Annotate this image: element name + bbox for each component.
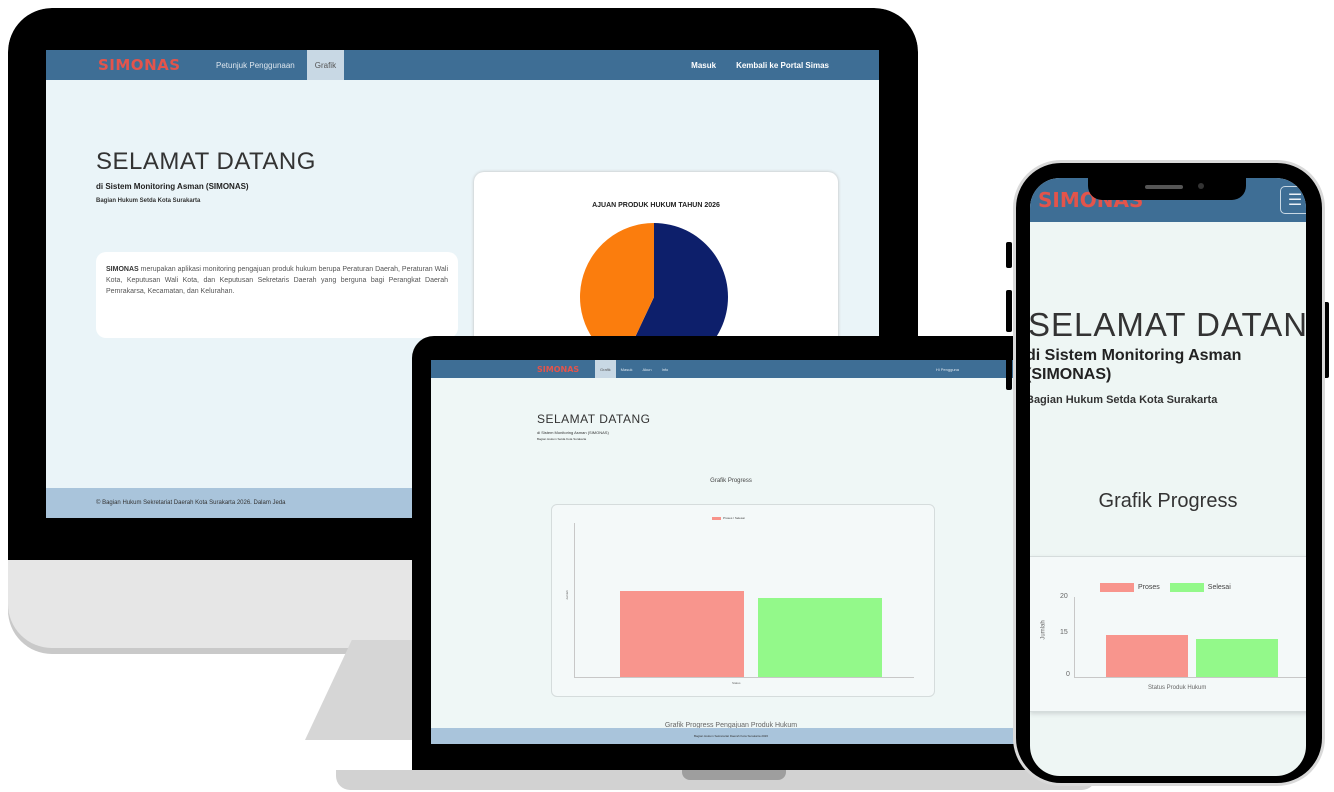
- phone-screen: SIMONAS ☰ SELAMAT DATANG di Sistem Monit…: [1030, 178, 1306, 776]
- phone-y-axis: [1074, 597, 1075, 677]
- laptop-navbar: SIMONAS Grafik Masuk Akun Info Hi Penggu…: [431, 360, 1031, 378]
- nav-grafik[interactable]: Grafik: [306, 50, 345, 80]
- description-text: merupakan aplikasi monitoring pengajuan …: [106, 266, 448, 295]
- laptop-logo[interactable]: SIMONAS: [537, 365, 595, 374]
- phone-volume-down: [1006, 342, 1012, 390]
- laptop-notch: [682, 770, 786, 780]
- nav-masuk[interactable]: Masuk: [681, 61, 726, 70]
- nav-kembali-portal[interactable]: Kembali ke Portal Simas: [726, 61, 839, 70]
- phone-camera: [1198, 183, 1204, 189]
- phone-side-button: [1006, 242, 1012, 268]
- legend-swatch-proses: [1100, 583, 1134, 592]
- phone-x-axis: [1074, 677, 1306, 678]
- y-tick: 15: [1060, 629, 1068, 636]
- laptop-y-label: Jumlah: [564, 590, 569, 600]
- legend-proses: Proses: [1138, 584, 1160, 591]
- phone-legend: Proses Selesai: [1100, 583, 1231, 592]
- phone-bar-selesai: [1196, 638, 1278, 677]
- phone-speaker: [1145, 185, 1183, 189]
- phone-graf-title: Grafik Progress: [1098, 490, 1238, 512]
- phone-hero-org: Bagian Hukum Setda Kota Surakarta: [1030, 394, 1218, 406]
- laptop-screen: SIMONAS Grafik Masuk Akun Info Hi Penggu…: [431, 360, 1031, 744]
- laptop-hero-subtitle: di Sistem Monitoring Asman (SIMONAS): [537, 430, 609, 435]
- legend-swatch-selesai: [1169, 583, 1204, 592]
- laptop-nav-akun[interactable]: Akun: [637, 360, 656, 378]
- phone-hero-subtitle: di Sistem Monitoring Asman (SIMONAS): [1030, 347, 1242, 383]
- laptop-legend-label: Proses / Selesai: [723, 516, 745, 520]
- phone-x-label: Status Produk Hukum: [1148, 685, 1207, 691]
- pie-chart-title: AJUAN PRODUK HUKUM TAHUN 2026: [592, 202, 720, 209]
- laptop-hero-org: Bagian Hukum Setda Kota Surakarta: [537, 437, 587, 441]
- laptop-bar-selesai: [758, 597, 882, 677]
- phone-volume-up: [1006, 290, 1012, 332]
- laptop-y-axis: [574, 523, 575, 677]
- phone-hero-title: SELAMAT DATANG: [1030, 306, 1306, 343]
- desktop-hero-title: SELAMAT DATANG: [96, 148, 316, 175]
- laptop-nav-user[interactable]: Hi Pengguna: [936, 367, 959, 372]
- laptop-bar-chart: Proses / Selesai Jumlah Status: [551, 504, 935, 697]
- phone-bar-chart: Proses Selesai 20 15 0 Jumlah Status Pro…: [1030, 556, 1306, 712]
- laptop-bar-proses: [620, 590, 744, 677]
- description-lead: SIMONAS: [106, 266, 139, 273]
- laptop-nav-masuk[interactable]: Masuk: [616, 360, 638, 378]
- laptop-graf-title: Grafik Progress: [710, 478, 752, 484]
- nav-petunjuk[interactable]: Petunjuk Penggunaan: [208, 50, 303, 80]
- hamburger-menu-icon[interactable]: ☰: [1280, 186, 1306, 214]
- y-tick: 0: [1066, 671, 1070, 678]
- phone-y-label: Jumlah: [1040, 620, 1047, 640]
- legend-swatch: [712, 516, 721, 520]
- desktop-hero-subtitle: di Sistem Monitoring Asman (SIMONAS): [96, 182, 249, 191]
- phone-bar-proses: [1106, 635, 1188, 677]
- laptop-legend: Proses / Selesai: [712, 516, 745, 520]
- desktop-logo[interactable]: SIMONAS: [98, 54, 208, 76]
- laptop-footer: Bagian Hukum Sekretariat Daerah Kota Sur…: [431, 728, 1031, 744]
- desktop-navbar: SIMONAS Petunjuk Penggunaan Grafik Masuk…: [46, 50, 879, 80]
- laptop-nav-info[interactable]: Info: [657, 360, 674, 378]
- laptop-hero-title: SELAMAT DATANG: [537, 412, 651, 426]
- laptop-x-axis: [574, 677, 914, 678]
- legend-selesai: Selesai: [1207, 584, 1231, 591]
- y-tick: 20: [1060, 593, 1068, 600]
- desktop-hero-org: Bagian Hukum Setda Kota Surakarta: [96, 198, 201, 204]
- laptop-nav-grafik[interactable]: Grafik: [595, 360, 616, 378]
- laptop-x-label: Status: [732, 681, 741, 685]
- desktop-description-card: SIMONAS merupakan aplikasi monitoring pe…: [96, 252, 458, 338]
- desktop-nav-right: Masuk Kembali ke Portal Simas: [681, 61, 839, 70]
